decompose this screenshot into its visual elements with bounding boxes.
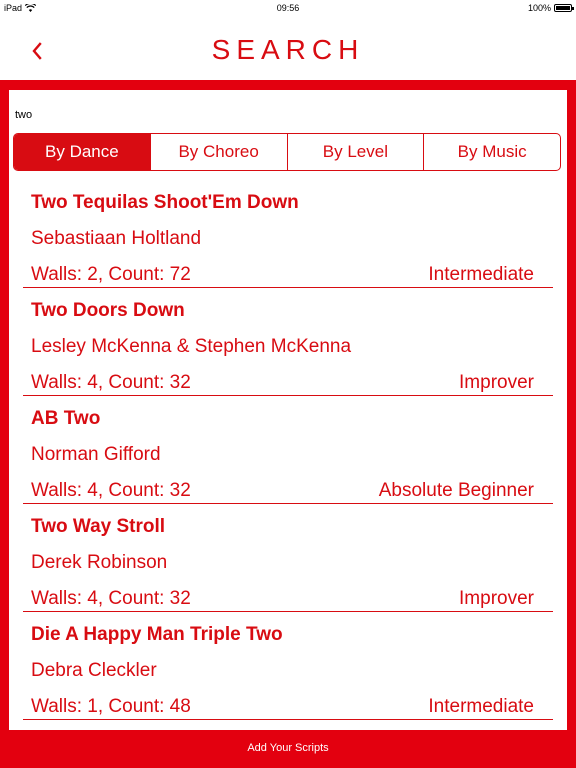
list-item[interactable]: AB Two Norman Gifford Walls: 4, Count: 3… — [9, 396, 567, 504]
divider — [23, 719, 553, 720]
results-container: By Dance By Choreo By Level By Music Two… — [9, 90, 567, 730]
list-item[interactable]: Two Doors Down Lesley McKenna & Stephen … — [9, 288, 567, 396]
list-item[interactable]: Two Tequilas Shoot'Em Down Sebastiaan Ho… — [9, 180, 567, 288]
tab-by-level[interactable]: By Level — [286, 134, 424, 170]
page-title: SEARCH — [211, 34, 365, 65]
dance-level: Improver — [459, 588, 534, 609]
add-scripts-link[interactable]: Add Your Scripts — [0, 742, 576, 754]
choreographer: Derek Robinson — [31, 552, 168, 573]
status-bar: iPad 09:56 100% — [0, 0, 576, 16]
search-panel: By Dance By Choreo By Level By Music Two… — [0, 80, 576, 768]
dance-stats: Walls: 2, Count: 72 — [31, 264, 191, 285]
tab-by-choreo[interactable]: By Choreo — [149, 134, 287, 170]
nav-bar: SEARCH — [0, 16, 576, 80]
dance-stats: Walls: 4, Count: 32 — [31, 588, 191, 609]
choreographer: Sebastiaan Holtland — [31, 228, 202, 249]
dance-stats: Walls: 4, Count: 32 — [31, 372, 191, 393]
dance-level: Absolute Beginner — [378, 480, 534, 501]
choreographer: Lesley McKenna & Stephen McKenna — [31, 336, 352, 357]
choreographer: Norman Gifford — [31, 444, 161, 465]
dance-name: Two Way Stroll — [31, 516, 166, 537]
search-input[interactable] — [15, 106, 555, 124]
search-mode-tabs: By Dance By Choreo By Level By Music — [13, 133, 561, 171]
tab-by-music[interactable]: By Music — [423, 134, 560, 170]
battery-icon — [554, 4, 574, 12]
status-right: 100% — [527, 3, 574, 13]
list-item[interactable]: Die A Happy Man Triple Two Debra Cleckle… — [9, 612, 567, 720]
dance-name: Two Tequilas Shoot'Em Down — [31, 192, 299, 213]
dance-stats: Walls: 4, Count: 32 — [31, 480, 191, 501]
dance-name: AB Two — [31, 408, 101, 429]
tab-by-dance[interactable]: By Dance — [14, 134, 150, 170]
results-list: Two Tequilas Shoot'Em Down Sebastiaan Ho… — [9, 180, 567, 720]
dance-level: Intermediate — [428, 264, 534, 285]
dance-level: Improver — [459, 372, 534, 393]
choreographer: Debra Cleckler — [31, 660, 157, 681]
list-item[interactable]: Two Way Stroll Derek Robinson Walls: 4, … — [9, 504, 567, 612]
dance-stats: Walls: 1, Count: 48 — [31, 696, 191, 717]
battery-percent: 100% — [527, 3, 551, 13]
dance-name: Die A Happy Man Triple Two — [31, 624, 283, 645]
dance-name: Two Doors Down — [31, 300, 185, 321]
dance-level: Intermediate — [428, 696, 534, 717]
status-time: 09:56 — [276, 3, 300, 13]
